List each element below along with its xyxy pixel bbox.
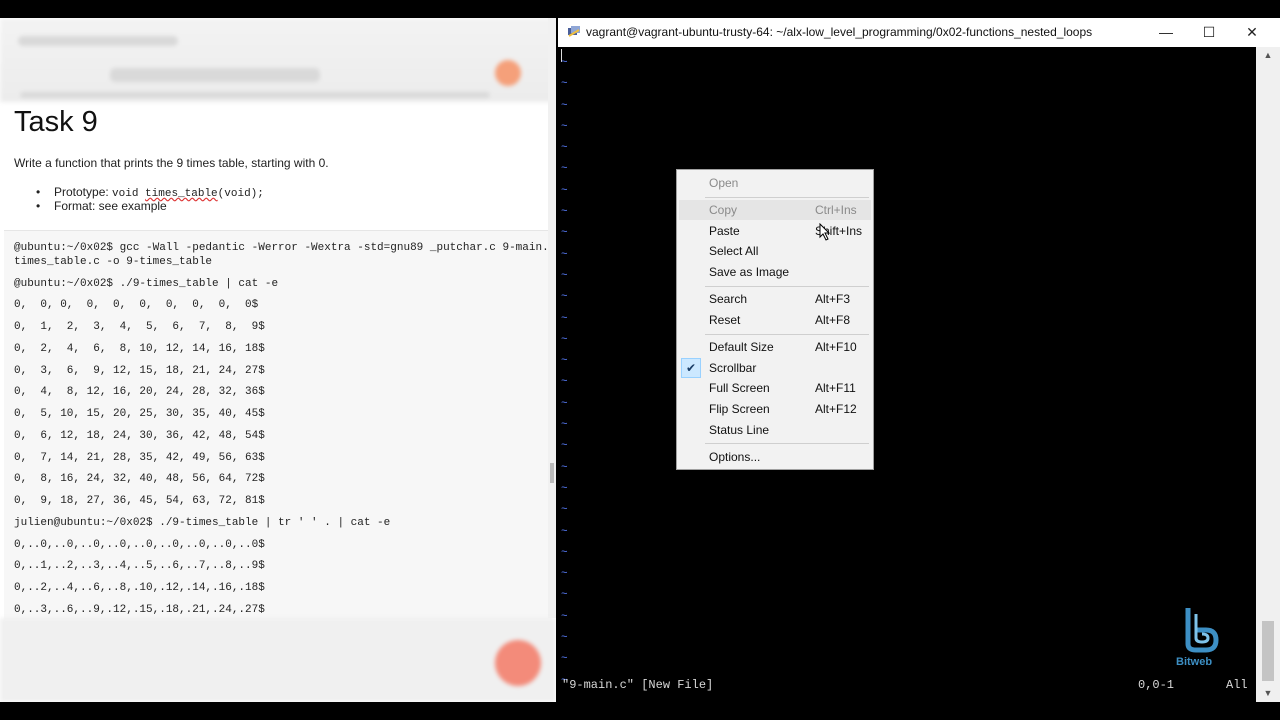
code-line: times_table.c -o 9-times_table bbox=[14, 256, 213, 268]
vim-scroll-position: All bbox=[1226, 678, 1248, 692]
task-description: Write a function that prints the 9 times… bbox=[14, 156, 329, 170]
menu-item-save-as-image[interactable]: Save as Image bbox=[679, 262, 871, 282]
browser-scrollbar[interactable] bbox=[548, 18, 556, 618]
menu-item-select-all[interactable]: Select All bbox=[679, 241, 871, 261]
vim-empty-line-markers: ~ ~ ~ ~ ~ ~ ~ ~ ~ ~ ~ ~ ~ ~ ~ ~ ~ ~ ~ ~ … bbox=[561, 57, 568, 687]
example-code-block: @ubuntu:~/0x02$ gcc -Wall -pedantic -Wer… bbox=[4, 230, 555, 630]
format-bullet: Format: see example bbox=[36, 199, 264, 213]
terminal-scrollbar[interactable]: ▲ ▼ bbox=[1256, 47, 1280, 702]
menu-item-flip-screen[interactable]: Flip Screen Alt+F12 bbox=[679, 399, 871, 419]
blurred-browser-toolbar bbox=[0, 18, 556, 102]
code-line: 0, 0, 0, 0, 0, 0, 0, 0, 0, 0$ bbox=[14, 299, 259, 311]
menu-item-search[interactable]: Search Alt+F3 bbox=[679, 289, 871, 309]
terminal-scroll-thumb[interactable] bbox=[1262, 621, 1274, 681]
scroll-up-icon[interactable]: ▲ bbox=[1256, 47, 1280, 64]
vim-status-file: "9-main.c" [New File] bbox=[562, 678, 714, 692]
bitweb-logo-text: Bitweb bbox=[1176, 656, 1213, 668]
code-line: 0, 7, 14, 21, 28, 35, 42, 49, 56, 63$ bbox=[14, 452, 265, 464]
prototype-bullet: Prototype: void times_table(void); bbox=[36, 185, 264, 200]
code-line: 0, 1, 2, 3, 4, 5, 6, 7, 8, 9$ bbox=[14, 321, 265, 333]
code-line: 0, 5, 10, 15, 20, 25, 30, 35, 40, 45$ bbox=[14, 408, 265, 420]
terminal-title: vagrant@vagrant-ubuntu-trusty-64: ~/alx-… bbox=[586, 25, 1093, 39]
menu-item-full-screen[interactable]: Full Screen Alt+F11 bbox=[679, 378, 871, 398]
menu-item-copy[interactable]: Copy Ctrl+Ins bbox=[679, 200, 871, 220]
terminal-context-menu[interactable]: Open Copy Ctrl+Ins Paste Shift+Ins Selec… bbox=[676, 169, 874, 470]
menu-separator bbox=[705, 334, 869, 335]
menu-item-reset[interactable]: Reset Alt+F8 bbox=[679, 310, 871, 330]
menu-item-scrollbar[interactable]: ✔ Scrollbar bbox=[679, 358, 871, 378]
prototype-label: Prototype: bbox=[54, 185, 113, 199]
code-line: 0,..2,..4,..6,..8,.10,.12,.14,.16,.18$ bbox=[14, 582, 265, 594]
menu-item-default-size[interactable]: Default Size Alt+F10 bbox=[679, 337, 871, 357]
mouse-pointer-icon bbox=[819, 223, 831, 241]
code-line: 0,..0,..0,..0,..0,..0,..0,..0,..0,..0$ bbox=[14, 539, 265, 551]
menu-item-open[interactable]: Open bbox=[679, 173, 871, 193]
minimize-icon[interactable]: — bbox=[1154, 22, 1178, 42]
menu-separator bbox=[705, 197, 869, 198]
terminal-screen[interactable]: ~ ~ ~ ~ ~ ~ ~ ~ ~ ~ ~ ~ ~ ~ ~ ~ ~ ~ ~ ~ … bbox=[558, 47, 1256, 702]
task-bullets: Prototype: void times_table(void); Forma… bbox=[36, 185, 264, 213]
screen-bottom-edge bbox=[0, 702, 1280, 720]
scroll-down-icon[interactable]: ▼ bbox=[1256, 685, 1280, 702]
close-icon[interactable]: ✕ bbox=[1240, 22, 1264, 42]
code-line: 0, 9, 18, 27, 36, 45, 54, 63, 72, 81$ bbox=[14, 495, 265, 507]
menu-separator bbox=[705, 286, 869, 287]
browser-window: Task 9 Write a function that prints the … bbox=[0, 18, 556, 702]
browser-scroll-thumb[interactable] bbox=[550, 463, 554, 483]
code-line: 0,..1,..2,..3,..4,..5,..6,..7,..8,..9$ bbox=[14, 560, 265, 572]
code-line: 0,..3,..6,..9,.12,.15,.18,.21,.24,.27$ bbox=[14, 604, 265, 616]
code-line: 0, 6, 12, 18, 24, 30, 36, 42, 48, 54$ bbox=[14, 430, 265, 442]
blurred-browser-footer bbox=[0, 618, 556, 702]
code-line: @ubuntu:~/0x02$ ./9-times_table | cat -e bbox=[14, 278, 279, 290]
putty-app-icon bbox=[568, 26, 580, 37]
code-line: 0, 8, 16, 24, 32, 40, 48, 56, 64, 72$ bbox=[14, 473, 265, 485]
menu-item-paste[interactable]: Paste Shift+Ins bbox=[679, 221, 871, 241]
code-line: @ubuntu:~/0x02$ gcc -Wall -pedantic -Wer… bbox=[14, 242, 556, 254]
menu-item-options[interactable]: Options... bbox=[679, 447, 871, 467]
maximize-icon[interactable]: ☐ bbox=[1197, 22, 1221, 42]
bitweb-logo: Bitweb bbox=[1170, 604, 1230, 674]
terminal-window[interactable]: vagrant@vagrant-ubuntu-trusty-64: ~/alx-… bbox=[558, 18, 1280, 702]
checkmark-icon: ✔ bbox=[681, 358, 701, 378]
menu-item-status-line[interactable]: Status Line bbox=[679, 420, 871, 440]
code-line: 0, 3, 6, 9, 12, 15, 18, 21, 24, 27$ bbox=[14, 365, 265, 377]
task-title: Task 9 bbox=[14, 106, 98, 138]
code-line: 0, 2, 4, 6, 8, 10, 12, 14, 16, 18$ bbox=[14, 343, 265, 355]
menu-separator bbox=[705, 443, 869, 444]
terminal-titlebar[interactable]: vagrant@vagrant-ubuntu-trusty-64: ~/alx-… bbox=[558, 18, 1280, 47]
bitweb-logo-icon bbox=[1185, 608, 1219, 653]
vim-cursor-position: 0,0-1 bbox=[1138, 678, 1175, 692]
code-line: 0, 4, 8, 12, 16, 20, 24, 28, 32, 36$ bbox=[14, 386, 265, 398]
code-line: julien@ubuntu:~/0x02$ ./9-times_table | … bbox=[14, 517, 391, 529]
